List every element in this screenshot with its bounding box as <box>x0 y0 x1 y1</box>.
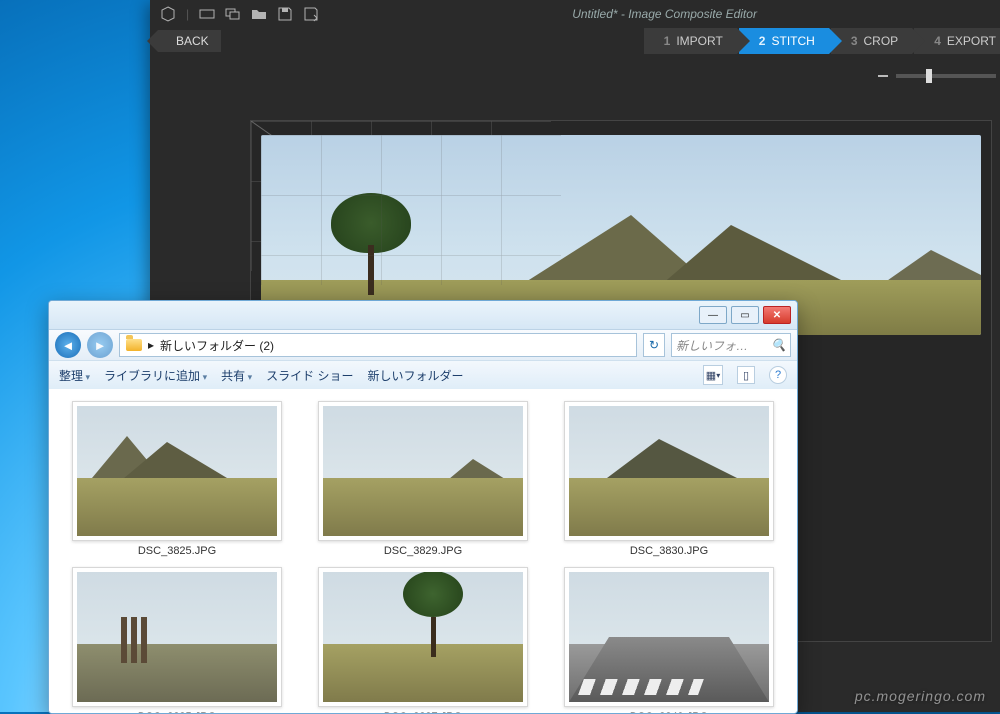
view-mode-button[interactable]: ▦▾ <box>703 365 723 385</box>
nav-back-button[interactable]: ◄ <box>55 332 81 358</box>
back-button[interactable]: BACK <box>158 30 221 52</box>
thumbnail-frame <box>72 567 282 707</box>
zoom-thumb[interactable] <box>926 69 932 83</box>
file-name: DSC_3829.JPG <box>384 545 462 557</box>
thumbnail-frame <box>564 567 774 707</box>
step-num: 4 <box>934 34 941 48</box>
step-label: CROP <box>864 34 899 48</box>
file-item[interactable]: DSC_3830.JPG <box>561 401 777 557</box>
step-num: 2 <box>759 34 766 48</box>
thumbnail-frame <box>318 567 528 707</box>
maximize-button[interactable]: ▭ <box>731 306 759 324</box>
explorer-body[interactable]: DSC_3825.JPG DSC_3829.JPG DSC_3830.JPG DSC_… <box>49 389 797 713</box>
file-name: DSC_3835.JPG <box>138 711 216 713</box>
share-menu[interactable]: 共有 <box>221 367 252 384</box>
thumbnail-image <box>323 406 523 536</box>
thumbnail-frame <box>72 401 282 541</box>
thumbnail-image <box>569 572 769 702</box>
zoom-slider[interactable] <box>878 74 996 78</box>
path-text: 新しいフォルダー (2) <box>160 337 274 354</box>
thumbnail-image <box>323 572 523 702</box>
organize-menu[interactable]: 整理 <box>59 367 90 384</box>
step-crop[interactable]: 3 CROP <box>831 28 912 54</box>
save-icon[interactable] <box>277 6 293 22</box>
pano-grid <box>261 135 561 285</box>
step-stitch[interactable]: 2 STITCH <box>739 28 829 54</box>
file-item[interactable]: DSC_3825.JPG <box>69 401 285 557</box>
zoom-track[interactable] <box>896 74 996 78</box>
address-box[interactable]: ▸ 新しいフォルダー (2) <box>119 333 637 357</box>
ice-toolbar: | Untitled* - Image Composite Editor <box>150 0 1000 28</box>
explorer-window: ― ▭ ✕ ◄ ► ▸ 新しいフォルダー (2) ↻ 新しいフォ… 🔍 整理 ラ… <box>48 300 798 714</box>
refresh-button[interactable]: ↻ <box>643 333 665 357</box>
cube-icon[interactable] <box>160 6 176 22</box>
step-label: STITCH <box>771 34 814 48</box>
file-name: DSC_3830.JPG <box>630 545 708 557</box>
zoom-minus-icon[interactable] <box>878 75 888 77</box>
thumbnail-frame <box>564 401 774 541</box>
file-name: DSC_3837.JPG <box>384 711 462 713</box>
add-library-menu[interactable]: ライブラリに追加 <box>104 367 207 384</box>
file-item[interactable]: DSC_3829.JPG <box>315 401 531 557</box>
file-name: DSC_3825.JPG <box>138 545 216 557</box>
file-item[interactable]: DSC_3849.JPG <box>561 567 777 713</box>
search-icon: 🔍 <box>771 338 786 352</box>
explorer-address-bar: ◄ ► ▸ 新しいフォルダー (2) ↻ 新しいフォ… 🔍 <box>49 330 797 361</box>
nav-forward-button[interactable]: ► <box>87 332 113 358</box>
folder-icon <box>126 339 142 351</box>
images-icon[interactable] <box>225 6 241 22</box>
thumbnail-image <box>77 572 277 702</box>
folder-icon[interactable] <box>251 6 267 22</box>
watermark: pc.mogeringo.com <box>855 688 986 704</box>
close-button[interactable]: ✕ <box>763 306 791 324</box>
search-placeholder: 新しいフォ… <box>676 337 748 354</box>
explorer-toolbar: 整理 ライブラリに追加 共有 スライド ショー 新しいフォルダー ▦▾ ▯ ? <box>49 361 797 390</box>
step-label: EXPORT <box>947 34 996 48</box>
file-item[interactable]: DSC_3835.JPG <box>69 567 285 713</box>
preview-pane-button[interactable]: ▯ <box>737 366 755 384</box>
file-item[interactable]: DSC_3837.JPG <box>315 567 531 713</box>
step-import[interactable]: 1 IMPORT <box>644 28 737 54</box>
save-as-icon[interactable] <box>303 6 319 22</box>
ice-title: Untitled* - Image Composite Editor <box>329 7 1000 21</box>
new-folder-button[interactable]: 新しいフォルダー <box>367 367 463 384</box>
step-num: 1 <box>664 34 671 48</box>
step-label: IMPORT <box>676 34 722 48</box>
search-box[interactable]: 新しいフォ… 🔍 <box>671 333 791 357</box>
thumbnail-image <box>569 406 769 536</box>
step-num: 3 <box>851 34 858 48</box>
path-sep: ▸ <box>148 338 154 352</box>
file-name: DSC_3849.JPG <box>630 711 708 713</box>
step-export[interactable]: 4 EXPORT <box>914 28 1000 54</box>
thumbnail-frame <box>318 401 528 541</box>
panorama-icon[interactable] <box>199 6 215 22</box>
help-button[interactable]: ? <box>769 366 787 384</box>
thumbnail-image <box>77 406 277 536</box>
slideshow-button[interactable]: スライド ショー <box>266 367 353 384</box>
minimize-button[interactable]: ― <box>699 306 727 324</box>
explorer-titlebar[interactable]: ― ▭ ✕ <box>49 301 797 330</box>
ice-step-bar: BACK 1 IMPORT 2 STITCH 3 CROP 4 EXPORT <box>150 28 1000 54</box>
back-label: BACK <box>176 34 209 48</box>
